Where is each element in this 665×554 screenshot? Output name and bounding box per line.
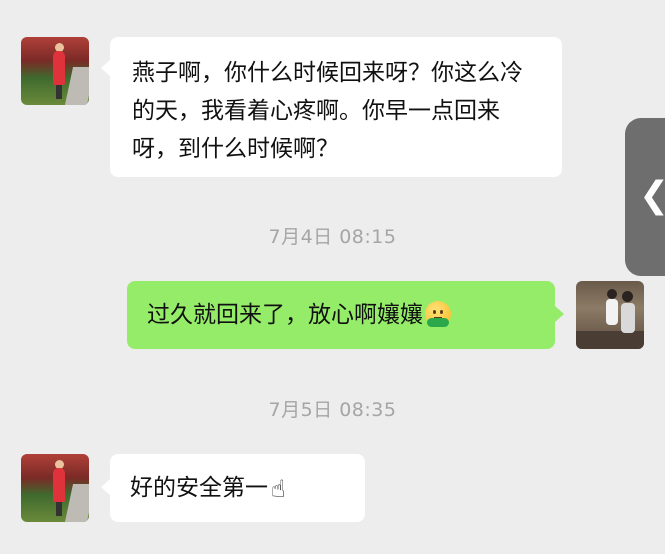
message-bubble-received[interactable]: 燕子啊，你什么时候回来呀？你这么冷的天，我看着心疼啊。你早一点回来呀，到什么时候… [110, 37, 562, 177]
pointing-up-emoji-icon: ☝ [271, 474, 286, 503]
avatar-self[interactable] [576, 281, 644, 349]
chevron-left-icon: ❮ [639, 178, 665, 214]
avatar-photo [576, 281, 644, 349]
smiling-hands-emoji-icon [425, 300, 451, 327]
avatar-photo [21, 37, 89, 105]
timestamp: 7月5日 08:35 [268, 399, 397, 421]
avatar-photo [21, 454, 89, 522]
timestamp: 7月4日 08:15 [268, 226, 397, 248]
side-panel-handle[interactable]: ❮ [625, 118, 665, 276]
message-text: 过久就回来了，放心啊孃孃 [147, 302, 423, 328]
message-bubble-received[interactable]: 好的安全第一 ☝ [110, 454, 365, 522]
avatar-contact[interactable] [21, 37, 89, 105]
bubble-tail [101, 479, 110, 495]
avatar-contact[interactable] [21, 454, 89, 522]
bubble-tail [555, 306, 564, 322]
message-text: 好的安全第一 [130, 475, 268, 501]
bubble-tail [101, 60, 110, 76]
message-text: 燕子啊，你什么时候回来呀？你这么冷的天，我看着心疼啊。你早一点回来呀，到什么时候… [132, 60, 523, 162]
message-bubble-sent[interactable]: 过久就回来了，放心啊孃孃 [127, 281, 555, 349]
